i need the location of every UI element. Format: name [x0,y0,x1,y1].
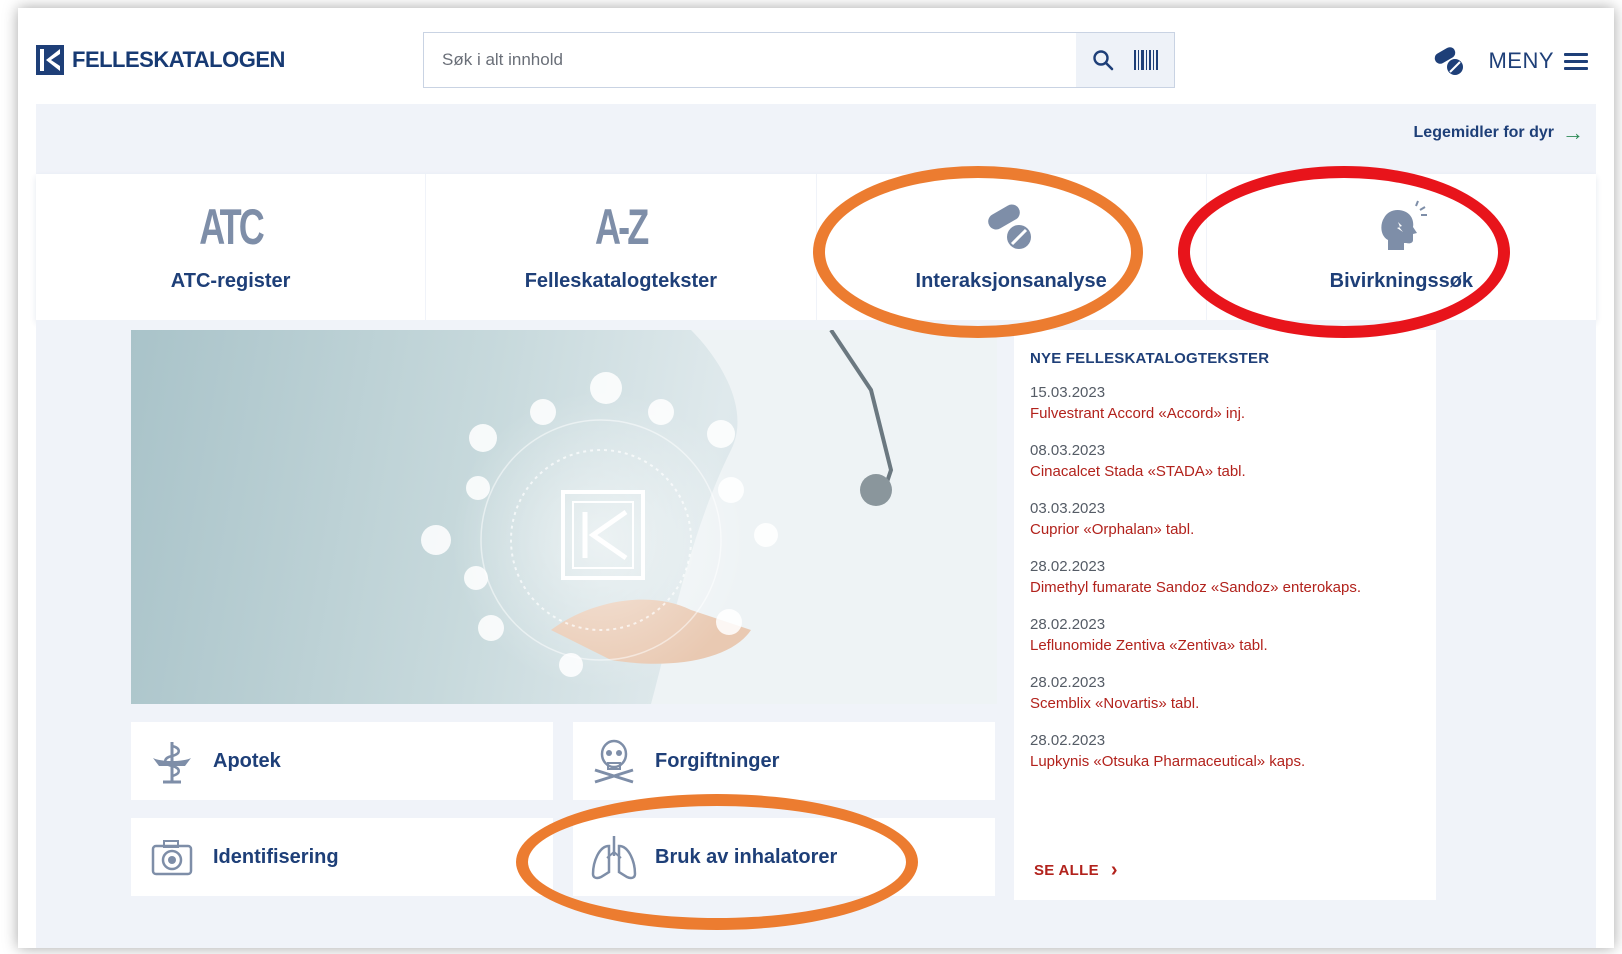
barcode-icon[interactable] [1133,48,1159,72]
quicklink-apotek[interactable]: Apotek [131,722,553,800]
animal-medicines-link[interactable]: Legemidler for dyr → [1414,120,1584,146]
quicklink-label: Forgiftninger [655,749,780,772]
news-date: 28.02.2023 [1030,732,1106,749]
news-item: 28.02.2023 Scemblix «Novartis» tabl. [1030,673,1420,715]
logo-text: FELLESKATALOGEN [72,47,285,72]
news-date: 03.03.2023 [1030,500,1106,517]
search-buttons [1076,33,1174,87]
atc-icon: ATC [199,199,265,255]
news-link[interactable]: Cuprior «Orphalan» tabl. [1030,519,1420,541]
tile-label: Interaksjonsanalyse [915,270,1107,292]
arrow-right-icon: → [1562,120,1584,145]
news-item: 28.02.2023 Leflunomide Zentiva «Zentiva»… [1030,615,1420,657]
news-item: 15.03.2023 Fulvestrant Accord «Accord» i… [1030,383,1420,425]
news-date: 28.02.2023 [1030,558,1106,575]
tile-bivirkningssok[interactable]: Bivirkningssøk [1207,174,1596,320]
news-item: 03.03.2023 Cuprior «Orphalan» tabl. [1030,499,1420,541]
site-header: FELLESKATALOGEN Søk i alt innhold MENY [18,8,1614,104]
see-all-link[interactable]: SE ALLE › [1034,859,1118,882]
tile-label: Felleskatalogtekster [524,270,718,292]
site-logo[interactable]: FELLESKATALOGEN [36,45,285,75]
news-link[interactable]: Dimethyl fumarate Sandoz «Sandoz» entero… [1030,577,1420,599]
news-link[interactable]: Lupkynis «Otsuka Pharmaceutical» kaps. [1030,751,1420,773]
tile-label: ATC-register [170,270,291,292]
quicklink-identifisering[interactable]: Identifisering [131,818,553,896]
news-item: 08.03.2023 Cinacalcet Stada «STADA» tabl… [1030,441,1420,483]
tile-atc-register[interactable]: ATC ATC-register [36,174,427,320]
animal-medicines-label: Legemidler for dyr [1413,124,1554,141]
a-z-icon: A-Z [595,199,649,255]
news-link[interactable]: Scemblix «Novartis» tabl. [1030,693,1420,715]
news-link[interactable]: Cinacalcet Stada «STADA» tabl. [1030,461,1420,483]
news-date: 08.03.2023 [1030,442,1106,459]
news-date: 15.03.2023 [1030,384,1106,401]
quicklink-forgiftninger[interactable]: Forgiftninger [573,722,995,800]
quicklink-inhalatorer[interactable]: Bruk av inhalatorer [573,818,995,896]
doctor-illustration [421,330,997,704]
see-all-label: SE ALLE [1034,862,1099,879]
browser-frame: FELLESKATALOGEN Søk i alt innhold MENY L… [18,8,1614,948]
quicklink-label: Apotek [213,749,281,772]
hamburger-icon[interactable] [1564,49,1588,74]
pharmacy-icon [153,742,191,784]
search-icon[interactable] [1091,48,1115,72]
poison-icon [594,739,634,784]
tile-label: Bivirkningssøk [1329,270,1474,292]
news-link[interactable]: Leflunomide Zentiva «Zentiva» tabl. [1030,635,1420,657]
header-right: MENY [1432,44,1588,78]
chevron-right-icon: › [1110,859,1118,881]
news-panel: NYE FELLESKATALOGTEKSTER 15.03.2023 Fulv… [1014,330,1436,900]
news-title: NYE FELLESKATALOGTEKSTER [1030,350,1270,367]
news-link[interactable]: Fulvestrant Accord «Accord» inj. [1030,403,1420,425]
head-icon [1381,200,1428,250]
news-item: 28.02.2023 Lupkynis «Otsuka Pharmaceutic… [1030,731,1420,773]
tile-interaksjonsanalyse[interactable]: Interaksjonsanalyse [817,174,1207,320]
camera-icon [151,840,193,876]
news-date: 28.02.2023 [1030,674,1106,691]
quicklink-label: Bruk av inhalatorer [655,845,838,868]
hero-image [131,330,997,704]
tile-felleskatalogtekster[interactable]: A-Z Felleskatalogtekster [426,174,817,320]
search-input[interactable] [424,33,1076,87]
lungs-icon [591,836,637,880]
news-date: 28.02.2023 [1030,616,1106,633]
search-box [423,32,1175,88]
pills-icon[interactable] [1432,44,1466,78]
menu-label[interactable]: MENY [1488,48,1554,74]
news-item: 28.02.2023 Dimethyl fumarate Sandoz «San… [1030,557,1420,599]
pills-icon [988,204,1032,249]
category-tiles: ATC ATC-register A-Z Felleskatalogtekste… [36,174,1596,320]
logo-mark-icon [36,45,64,75]
sub-bar: Legemidler for dyr → [36,104,1596,174]
quicklink-label: Identifisering [213,845,339,868]
